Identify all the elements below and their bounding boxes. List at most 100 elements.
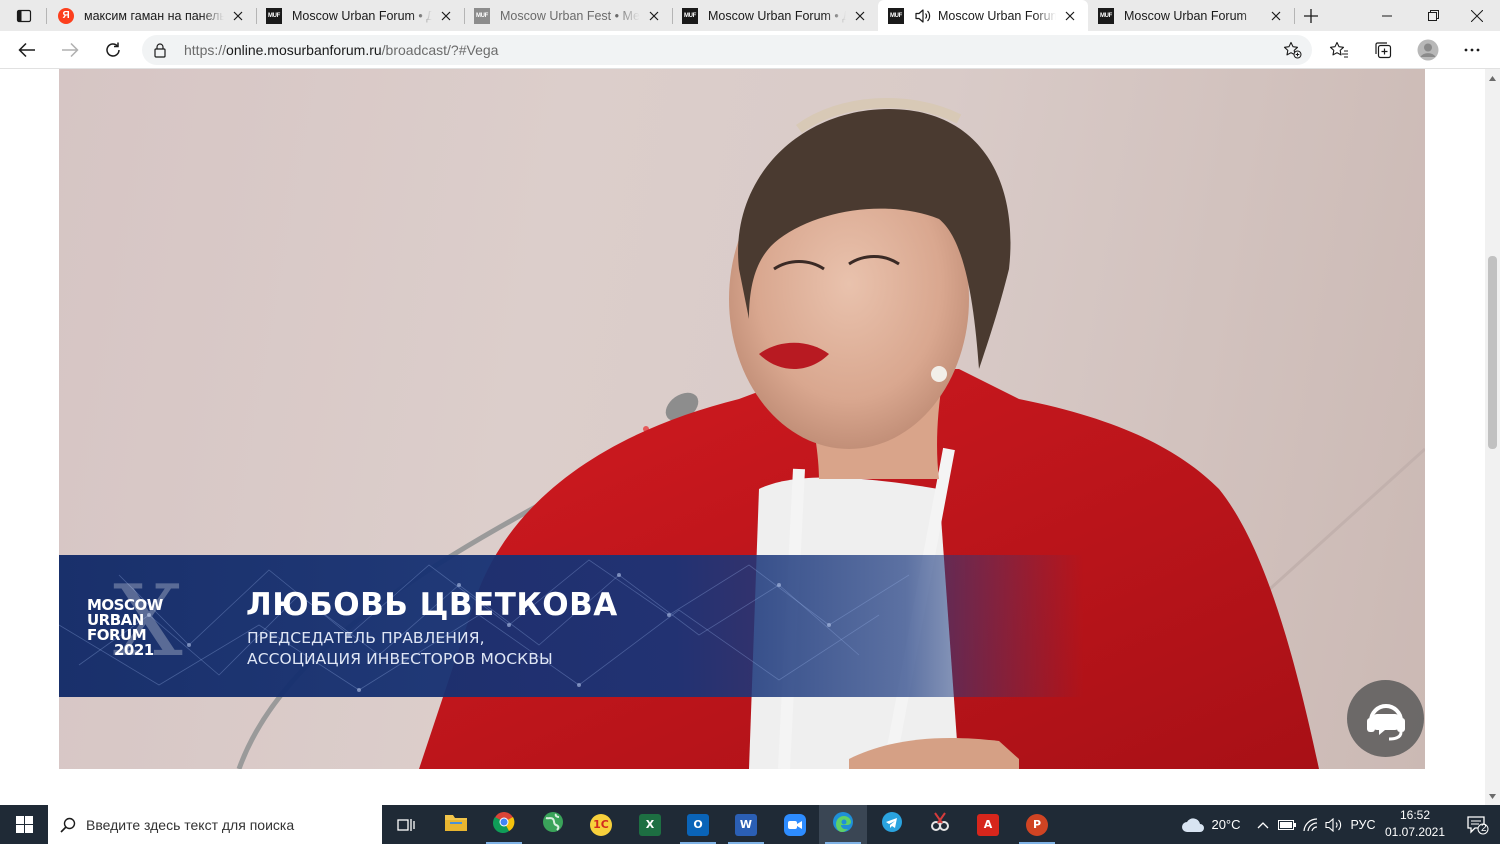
muf-favicon-icon: MUF <box>474 7 490 24</box>
globe-icon <box>542 811 564 838</box>
taskbar-acrobat[interactable]: A <box>964 805 1012 844</box>
tab-6[interactable]: MUF Moscow Urban Forum <box>1088 0 1294 31</box>
chrome-icon <box>493 811 515 838</box>
folder-icon <box>444 812 468 837</box>
battery-button[interactable] <box>1276 805 1298 844</box>
wifi-button[interactable] <box>1300 805 1322 844</box>
minimize-button[interactable] <box>1364 0 1410 31</box>
cloud-icon <box>1182 817 1205 832</box>
taskbar-file-explorer[interactable] <box>432 805 480 844</box>
collections-button[interactable] <box>1367 34 1399 66</box>
volume-icon <box>1325 817 1342 832</box>
plus-icon <box>1304 9 1318 23</box>
favorites-star-icon <box>1329 41 1348 58</box>
tab-title: максим гаман на панельно <box>84 8 224 23</box>
weather-temperature: 20°C <box>1211 817 1241 832</box>
speaker-role-line-2: АССОЦИАЦИЯ ИНВЕСТОРОВ МОСКВЫ <box>247 650 553 668</box>
taskbar-1c-app[interactable]: 1С <box>577 805 625 844</box>
search-icon <box>60 817 76 833</box>
close-tab-icon[interactable] <box>852 8 868 24</box>
outlook-icon: O <box>687 813 709 836</box>
close-tab-icon[interactable] <box>1062 8 1078 24</box>
taskbar-zoom[interactable] <box>771 805 819 844</box>
close-icon <box>1471 9 1483 22</box>
url-host: online.mosurbanforum.ru <box>226 42 382 58</box>
taskbar-chrome[interactable] <box>480 805 528 844</box>
taskbar-powerpoint[interactable]: P <box>1013 805 1061 844</box>
speaker-audio-icon[interactable] <box>914 8 932 24</box>
settings-more-button[interactable] <box>1456 34 1488 66</box>
tray-overflow-button[interactable] <box>1252 805 1274 844</box>
tab-title: Moscow Urban Forum <box>938 8 1056 23</box>
input-language-indicator[interactable]: РУС <box>1348 805 1378 844</box>
muf-favicon-icon: MUF <box>266 7 282 24</box>
scroll-down-arrow-icon[interactable] <box>1485 789 1500 803</box>
scroll-up-arrow-icon[interactable] <box>1485 71 1500 85</box>
tab-title: Moscow Urban Forum <box>1124 8 1262 23</box>
task-view-button[interactable] <box>382 805 430 844</box>
taskbar-globe-app[interactable] <box>529 805 577 844</box>
browser-toolbar: https://online.mosurbanforum.ru/broadcas… <box>0 31 1500 69</box>
1c-icon: 1С <box>590 813 612 836</box>
taskbar-edge[interactable] <box>819 805 867 844</box>
tab-2[interactable]: MUF Moscow Urban Forum • Де <box>256 0 464 31</box>
close-window-button[interactable] <box>1454 0 1500 31</box>
scroll-thumb[interactable] <box>1488 256 1497 449</box>
taskbar-excel[interactable]: X <box>626 805 674 844</box>
taskbar-clock[interactable]: 16:52 01.07.2021 <box>1382 807 1448 841</box>
taskbar-telegram[interactable] <box>868 805 916 844</box>
reload-icon <box>106 42 120 57</box>
battery-icon <box>1278 819 1296 830</box>
tab-title: Moscow Urban Forum • Де <box>708 8 846 23</box>
muf-favicon-icon: MUF <box>682 7 698 24</box>
search-placeholder: Введите здесь текст для поиска <box>86 816 295 833</box>
start-button[interactable] <box>0 805 48 844</box>
collections-icon <box>1375 42 1392 59</box>
yandex-favicon-icon: Я <box>58 7 74 24</box>
powerpoint-icon: P <box>1026 813 1048 836</box>
tab-3[interactable]: MUF Moscow Urban Fest • Меро <box>464 0 672 31</box>
page-scrollbar[interactable] <box>1485 69 1500 805</box>
tab-title: Moscow Urban Forum • Де <box>292 8 432 23</box>
taskbar-word[interactable]: W <box>722 805 770 844</box>
close-tab-icon[interactable] <box>1268 8 1284 24</box>
lock-icon[interactable] <box>154 42 170 58</box>
speaker-name: ЛЮБОВЬ ЦВЕТКОВА <box>246 587 618 623</box>
clock-time: 16:52 <box>1399 808 1431 822</box>
close-tab-icon[interactable] <box>438 8 454 24</box>
support-chat-button[interactable] <box>1347 680 1424 757</box>
back-button[interactable] <box>11 34 43 66</box>
weather-widget[interactable]: 20°C <box>1176 805 1246 844</box>
speaker-role-line-1: ПРЕДСЕДАТЕЛЬ ПРАВЛЕНИЯ, <box>247 629 485 647</box>
acrobat-icon: A <box>977 813 999 836</box>
broadcast-video-player[interactable]: X MOSCOW URBAN FORUM 2021 ЛЮБОВЬ ЦВЕТКОВ… <box>59 69 1425 769</box>
headset-support-icon <box>1366 703 1405 740</box>
telegram-icon <box>881 811 903 838</box>
tab-4[interactable]: MUF Moscow Urban Forum • Де <box>672 0 878 31</box>
close-tab-icon[interactable] <box>646 8 662 24</box>
profile-button[interactable] <box>1412 34 1444 66</box>
tab-title: Moscow Urban Fest • Меро <box>500 8 640 23</box>
add-favorite-star-icon[interactable] <box>1283 41 1302 64</box>
avatar-icon <box>1417 39 1439 61</box>
restore-button[interactable] <box>1410 0 1456 31</box>
minimize-icon <box>1382 15 1392 16</box>
tab-actions-button[interactable] <box>8 4 40 28</box>
new-tab-button[interactable] <box>1298 4 1324 28</box>
taskbar-outlook[interactable]: O <box>674 805 722 844</box>
favorites-button[interactable] <box>1323 34 1355 66</box>
taskbar-search-box[interactable]: Введите здесь текст для поиска <box>48 805 382 844</box>
tab-5-active[interactable]: MUF Moscow Urban Forum <box>878 0 1088 31</box>
taskbar-snip-app[interactable] <box>916 805 964 844</box>
task-view-icon <box>397 818 415 831</box>
chevron-up-icon <box>1257 821 1269 828</box>
notification-center-button[interactable]: 2 <box>1456 805 1500 844</box>
forward-button[interactable] <box>54 34 86 66</box>
volume-button[interactable] <box>1323 805 1345 844</box>
reload-button[interactable] <box>97 34 129 66</box>
url-text: https://online.mosurbanforum.ru/broadcas… <box>184 42 498 58</box>
web-page: X MOSCOW URBAN FORUM 2021 ЛЮБОВЬ ЦВЕТКОВ… <box>0 69 1485 805</box>
close-tab-icon[interactable] <box>230 8 246 24</box>
address-bar[interactable]: https://online.mosurbanforum.ru/broadcas… <box>142 35 1312 65</box>
tab-1[interactable]: Я максим гаман на панельно <box>48 0 256 31</box>
